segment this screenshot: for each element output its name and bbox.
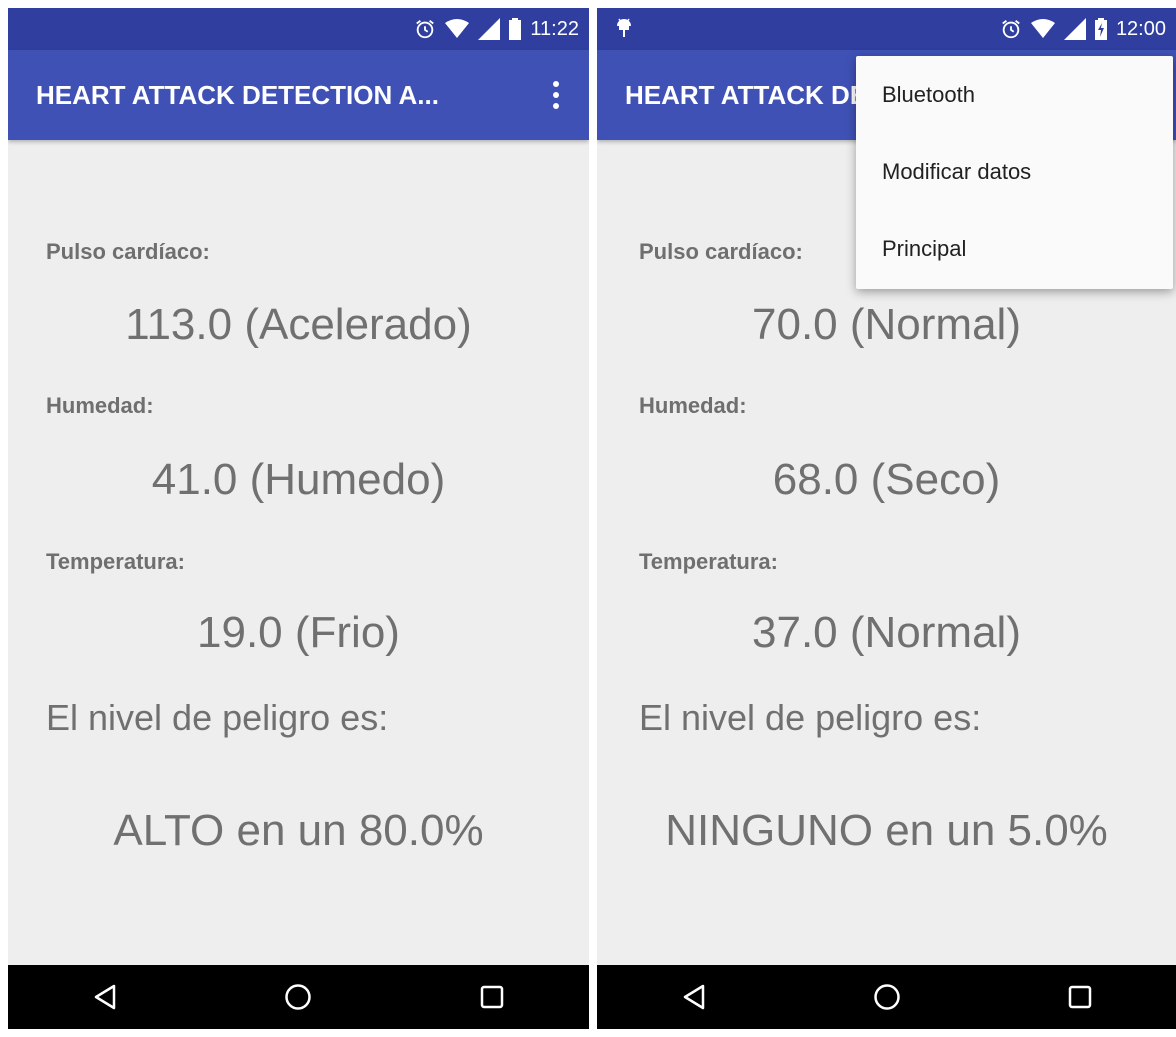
pulse-label: Pulso cardíaco: bbox=[46, 239, 210, 264]
back-icon[interactable] bbox=[75, 967, 135, 1027]
menu-item-bluetooth[interactable]: Bluetooth bbox=[856, 56, 1173, 133]
menu-item-modificar-datos[interactable]: Modificar datos bbox=[856, 133, 1173, 210]
alarm-icon bbox=[414, 18, 436, 40]
signal-icon bbox=[478, 18, 501, 40]
home-icon[interactable] bbox=[857, 967, 917, 1027]
app-bar: HEART ATTACK DETECTION A... bbox=[8, 50, 589, 140]
battery-charging-icon bbox=[1094, 18, 1107, 40]
signal-icon bbox=[1063, 18, 1086, 40]
wifi-icon bbox=[445, 18, 470, 40]
pulse-value: 70.0 (Normal) bbox=[752, 300, 1021, 349]
temperature-label: Temperatura: bbox=[639, 549, 778, 574]
menu-item-principal[interactable]: Principal bbox=[856, 210, 1173, 287]
humidity-label: Humedad: bbox=[46, 393, 154, 418]
status-time: 12:00 bbox=[1115, 17, 1166, 40]
status-time: 11:22 bbox=[530, 17, 579, 40]
navigation-bar bbox=[8, 965, 589, 1029]
screen-left: 11:22 HEART ATTACK DETECTION A... Pulso … bbox=[8, 8, 589, 1029]
danger-level-value: NINGUNO en un 5.0% bbox=[665, 806, 1108, 855]
home-icon[interactable] bbox=[268, 967, 328, 1027]
wifi-icon bbox=[1030, 18, 1055, 40]
status-bar: 11:22 bbox=[8, 8, 589, 50]
recents-icon[interactable] bbox=[1050, 967, 1110, 1027]
screen-right: 12:00 HEART ATTACK DETECTION A... Pulso … bbox=[597, 8, 1176, 1029]
temperature-value: 37.0 (Normal) bbox=[752, 608, 1021, 657]
humidity-value: 41.0 (Humedo) bbox=[151, 455, 446, 504]
humidity-value: 68.0 (Seco) bbox=[772, 455, 1001, 504]
overflow-menu-icon[interactable] bbox=[541, 76, 571, 114]
pulse-value: 113.0 (Acelerado) bbox=[125, 300, 472, 349]
temperature-value: 19.0 (Frio) bbox=[197, 608, 400, 657]
battery-icon bbox=[509, 18, 522, 40]
humidity-label: Humedad: bbox=[639, 393, 747, 418]
navigation-bar bbox=[597, 965, 1176, 1029]
temperature-label: Temperatura: bbox=[46, 549, 185, 574]
main-content: Pulso cardíaco: 113.0 (Acelerado) Humeda… bbox=[8, 140, 589, 965]
danger-level-label: El nivel de peligro es: bbox=[639, 697, 982, 738]
app-title: HEART ATTACK DETECTION A... bbox=[36, 80, 439, 110]
danger-level-value: ALTO en un 80.0% bbox=[113, 806, 484, 855]
android-debug-icon bbox=[615, 15, 633, 44]
recents-icon[interactable] bbox=[462, 967, 522, 1027]
overflow-menu: Bluetooth Modificar datos Principal bbox=[856, 56, 1173, 289]
pulse-label: Pulso cardíaco: bbox=[639, 239, 803, 264]
status-bar: 12:00 bbox=[597, 8, 1176, 50]
danger-level-label: El nivel de peligro es: bbox=[46, 697, 389, 738]
back-icon[interactable] bbox=[664, 967, 724, 1027]
alarm-icon bbox=[1000, 18, 1022, 40]
